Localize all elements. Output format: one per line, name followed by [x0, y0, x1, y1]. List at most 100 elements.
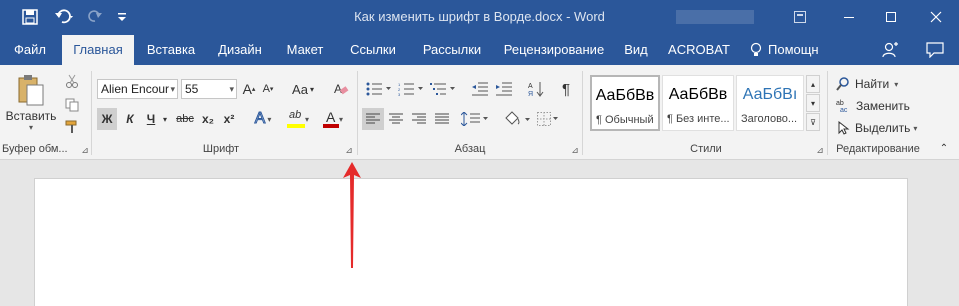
bullets-icon — [366, 82, 391, 96]
style-heading-1[interactable]: АаБбВı Заголово... — [736, 75, 804, 131]
text-effects-button[interactable]: A ▾ — [250, 108, 276, 130]
font-dialog-launcher-icon[interactable]: ⊿ — [344, 145, 354, 155]
tell-me-box[interactable]: Помощн — [768, 35, 824, 65]
show-marks-button[interactable]: ¶ — [556, 78, 576, 100]
tab-mailings[interactable]: Рассылки — [414, 35, 490, 65]
tab-review[interactable]: Рецензирование — [498, 35, 610, 65]
font-size-combo[interactable]: 55 ▾ — [181, 79, 237, 99]
document-page[interactable] — [34, 178, 908, 306]
text-effects-icon: A — [254, 110, 266, 128]
select-button[interactable]: Выделить ▾ — [836, 117, 928, 139]
shading-button[interactable] — [501, 108, 533, 130]
editing-group-label: Редактирование — [836, 143, 920, 155]
tab-home[interactable]: Главная — [62, 35, 134, 65]
clipboard-group-label: Буфер обм... — [2, 143, 68, 155]
svg-text:A: A — [334, 82, 342, 96]
account-name-blurred — [676, 10, 754, 24]
change-case-icon: Aa — [292, 81, 308, 97]
svg-text:3: 3 — [398, 92, 401, 96]
bold-button[interactable]: Ж — [97, 108, 117, 130]
decrease-indent-icon[interactable] — [470, 78, 490, 100]
title-bar: Как изменить шрифт в Ворде.docx - Word — [0, 0, 959, 35]
multilevel-list-icon — [430, 83, 455, 95]
increase-indent-icon[interactable] — [494, 78, 514, 100]
find-label: Найти — [855, 77, 890, 91]
tab-design[interactable]: Дизайн — [210, 35, 270, 65]
numbering-icon: 123 — [398, 82, 423, 96]
style-name: Заголово... — [741, 113, 798, 125]
italic-button[interactable]: К — [120, 108, 140, 130]
separator — [91, 71, 92, 155]
tab-view[interactable]: Вид — [618, 35, 654, 65]
grow-font-button[interactable]: A ▴ — [241, 78, 257, 100]
replace-button[interactable]: ab ac Заменить — [836, 95, 926, 117]
svg-text:ab: ab — [836, 100, 844, 107]
clipboard-launcher-icon[interactable]: ⊿ — [80, 145, 90, 155]
paste-button[interactable]: Вставить ▾ — [6, 69, 56, 135]
tab-layout[interactable]: Макет — [278, 35, 332, 65]
font-size-value: 55 — [185, 82, 199, 96]
styles-scroll-down-icon[interactable]: ▾ — [806, 94, 820, 112]
borders-button[interactable] — [536, 108, 560, 130]
change-case-button[interactable]: Aa ▾ — [288, 78, 318, 100]
chevron-down-icon: ▾ — [894, 79, 899, 89]
underline-dropdown-icon[interactable]: ▾ — [160, 108, 170, 130]
undo-icon[interactable] — [50, 7, 80, 27]
style-normal[interactable]: АаБбВв ¶ Обычный — [590, 75, 660, 131]
underline-button[interactable]: Ч — [143, 108, 159, 130]
find-button[interactable]: Найти ▾ — [836, 73, 916, 95]
comments-icon[interactable] — [922, 35, 948, 65]
format-painter-icon[interactable] — [62, 117, 82, 137]
style-no-spacing[interactable]: АаБбВв ¶ Без инте... — [662, 75, 734, 131]
chevron-down-icon: ▾ — [170, 84, 175, 94]
line-spacing-button[interactable] — [459, 108, 491, 130]
copy-icon[interactable] — [62, 95, 82, 115]
justify-icon[interactable] — [431, 108, 453, 130]
window-title: Как изменить шрифт в Ворде.docx - Word — [354, 9, 605, 24]
replace-label: Заменить — [856, 99, 910, 113]
subscript-button[interactable]: x₂ — [199, 108, 217, 130]
ribbon-display-options-icon[interactable] — [785, 4, 815, 30]
cut-icon[interactable] — [62, 71, 82, 91]
font-group-label: Шрифт — [202, 143, 240, 155]
tab-references[interactable]: Ссылки — [342, 35, 404, 65]
clear-formatting-icon[interactable]: A — [331, 78, 351, 100]
styles-more-icon[interactable]: ⊽ — [806, 113, 820, 131]
customize-qat-icon[interactable] — [114, 7, 130, 27]
share-icon[interactable] — [878, 35, 902, 65]
align-left-icon[interactable] — [362, 108, 384, 130]
redo-icon[interactable] — [86, 7, 104, 27]
font-color-button[interactable]: A ▾ — [318, 108, 348, 130]
bullets-button[interactable] — [364, 78, 394, 100]
ribbon: Вставить ▾ Буфер обм... ⊿ Alien Encour ▾… — [0, 65, 959, 160]
collapse-ribbon-icon[interactable]: ⌃ — [936, 141, 952, 155]
save-icon[interactable] — [18, 7, 42, 27]
superscript-button[interactable]: x² — [220, 108, 238, 130]
word-window: Как изменить шрифт в Ворде.docx - Word Ф… — [0, 0, 959, 306]
align-center-icon[interactable] — [385, 108, 407, 130]
paint-bucket-icon — [505, 111, 530, 125]
styles-scroll-up-icon[interactable]: ▴ — [806, 75, 820, 93]
tab-acrobat[interactable]: ACROBAT — [662, 35, 736, 65]
strikethrough-button[interactable]: abc — [174, 108, 196, 130]
chevron-down-icon: ▾ — [28, 122, 33, 132]
close-icon[interactable] — [921, 4, 951, 30]
font-name-combo[interactable]: Alien Encour ▾ — [97, 79, 178, 99]
multilevel-list-button[interactable] — [428, 78, 458, 100]
tab-file[interactable]: Файл — [4, 35, 56, 65]
sort-icon[interactable]: AЯ — [526, 78, 546, 100]
svg-text:A: A — [528, 83, 533, 90]
paragraph-launcher-icon[interactable]: ⊿ — [570, 145, 580, 155]
tab-insert[interactable]: Вставка — [140, 35, 202, 65]
grow-font-icon: A — [242, 81, 252, 97]
highlighter-icon: ab — [286, 109, 305, 129]
ribbon-tabs: Файл Главная Вставка Дизайн Макет Ссылки… — [0, 35, 959, 65]
numbering-button[interactable]: 123 — [396, 78, 426, 100]
maximize-icon[interactable] — [876, 4, 906, 30]
align-right-icon[interactable] — [408, 108, 430, 130]
highlight-button[interactable]: ab ▾ — [283, 108, 313, 130]
styles-launcher-icon[interactable]: ⊿ — [815, 145, 825, 155]
lightbulb-icon — [748, 35, 764, 65]
minimize-icon[interactable] — [834, 4, 864, 30]
shrink-font-button[interactable]: A ▾ — [260, 78, 276, 100]
